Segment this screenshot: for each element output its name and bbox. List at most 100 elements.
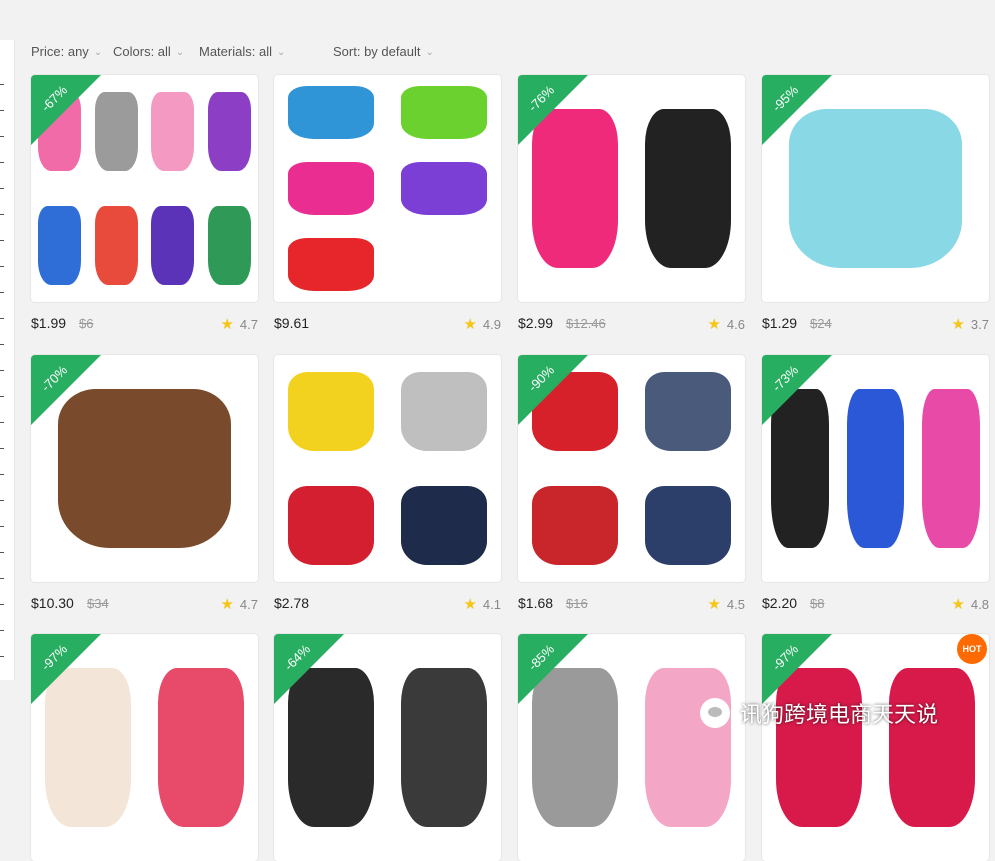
rail-tick [0,110,4,111]
product-image[interactable]: -97% [762,634,989,861]
product-card[interactable]: $9.61 ★ 4.9 [274,75,501,340]
discount-badge [31,75,101,145]
product-art-block [287,372,374,452]
product-art-block [208,92,252,172]
sort-dropdown[interactable]: Sort: by default ⌄ [333,44,434,59]
discount-badge [274,634,344,704]
left-rail [0,40,15,680]
product-art-block [94,205,138,285]
price-row: $1.68 $16 ★ 4.5 [518,590,745,620]
product-image[interactable] [274,355,501,582]
product-image[interactable]: -70% [31,355,258,582]
product-art-block [37,205,81,285]
original-price: $34 [87,596,109,611]
price: $1.68 [518,595,554,611]
star-icon: ★ [463,316,477,333]
original-price: $16 [566,596,588,611]
price-row: $2.99 $12.46 ★ 4.6 [518,310,745,340]
rail-tick [0,344,4,345]
product-art-block [889,668,976,827]
discount-badge [762,634,832,704]
discount-badge [762,75,832,145]
rating-value: 4.8 [970,597,989,612]
rail-tick [0,396,4,397]
price-row: $9.61 ★ 4.9 [274,310,501,340]
watermark: 讯狗跨境电商天天说 [700,696,938,730]
product-card[interactable]: -64% [274,634,501,861]
rating: ★ 3.7 [951,315,989,333]
original-price: $6 [79,316,94,331]
rail-tick [0,266,4,267]
rail-tick [0,474,4,475]
star-icon: ★ [220,316,234,333]
rail-tick [0,656,4,657]
product-image[interactable] [274,75,501,302]
rating-value: 4.5 [726,597,745,612]
rail-tick [0,292,4,293]
product-art-block [287,162,374,215]
product-image[interactable]: -90% [518,355,745,582]
product-art-block [401,86,488,140]
rating: ★ 4.7 [220,315,258,333]
rail-tick [0,526,4,527]
rating: ★ 4.6 [707,315,745,333]
rating: ★ 4.1 [463,595,501,613]
product-art-block [208,205,252,285]
price-row: $2.20 $8 ★ 4.8 [762,590,989,620]
star-icon: ★ [707,316,721,333]
price-row: $2.78 ★ 4.1 [274,590,501,620]
product-card[interactable]: -97% [762,634,989,861]
materials-filter[interactable]: Materials: all ⌄ [199,44,285,59]
chevron-down-icon: ⌄ [276,47,286,58]
product-art-block [287,86,374,140]
product-image[interactable]: -85% [518,634,745,861]
discount-badge [762,355,832,425]
product-art-block [158,668,245,827]
product-art-block [401,485,488,565]
rail-tick [0,84,4,85]
colors-filter-label: Colors: all [113,44,171,59]
rating: ★ 4.8 [951,595,989,613]
price: $2.99 [518,315,554,331]
product-image[interactable]: -97% [31,634,258,861]
price: $10.30 [31,595,74,611]
sort-label: Sort: by default [333,44,421,59]
product-card[interactable]: -95% $1.29 $24 ★ 3.7 [762,75,989,340]
rail-tick [0,422,4,423]
price: $2.20 [762,595,798,611]
watermark-text: 讯狗跨境电商天天说 [740,702,939,727]
rail-tick [0,136,4,137]
materials-filter-label: Materials: all [199,44,272,59]
price-filter[interactable]: Price: any ⌄ [31,44,102,59]
star-icon: ★ [707,596,721,613]
product-image[interactable]: -64% [274,634,501,861]
product-card[interactable]: -85% [518,634,745,861]
product-image[interactable]: -67% [31,75,258,302]
product-card[interactable]: -76% $2.99 $12.46 ★ 4.6 [518,75,745,340]
chevron-down-icon: ⌄ [175,47,185,58]
product-card[interactable]: -90% $1.68 $16 ★ 4.5 [518,355,745,620]
product-card[interactable]: -73% $2.20 $8 ★ 4.8 [762,355,989,620]
product-image[interactable]: -76% [518,75,745,302]
price: $2.78 [274,595,310,611]
star-icon: ★ [951,316,965,333]
product-art-block [287,485,374,565]
product-art-block [401,668,488,827]
colors-filter[interactable]: Colors: all ⌄ [113,44,184,59]
product-card[interactable]: -67% $1.99 $6 ★ 4.7 [31,75,258,340]
product-art-block [401,162,488,215]
product-card[interactable]: $2.78 ★ 4.1 [274,355,501,620]
product-art-block [531,485,618,565]
price-row: $10.30 $34 ★ 4.7 [31,590,258,620]
rail-tick [0,448,4,449]
product-image[interactable]: -95% [762,75,989,302]
rail-tick [0,630,4,631]
product-card[interactable]: -70% $10.30 $34 ★ 4.7 [31,355,258,620]
rail-tick [0,500,4,501]
product-card[interactable]: -97% [31,634,258,861]
rating: ★ 4.9 [463,315,501,333]
price-row: $1.29 $24 ★ 3.7 [762,310,989,340]
product-image[interactable]: -73% [762,355,989,582]
rail-tick [0,552,4,553]
rail-tick [0,318,4,319]
